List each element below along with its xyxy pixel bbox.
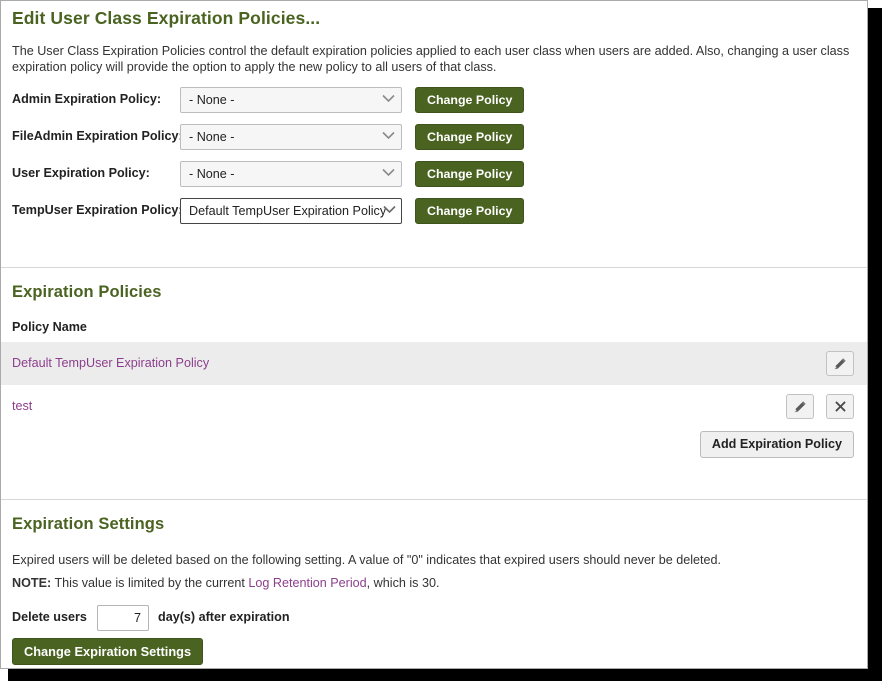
label-tempuser-expiration-policy: TempUser Expiration Policy: — [12, 203, 183, 217]
policy-name-column-header: Policy Name — [12, 320, 87, 334]
close-x-icon — [834, 400, 847, 413]
note-text-before: This value is limited by the current — [51, 576, 249, 590]
section-divider-2 — [1, 499, 867, 500]
note-text-after: , which is 30. — [366, 576, 440, 590]
days-after-expiration-input[interactable] — [97, 605, 149, 631]
select-admin-expiration-policy[interactable]: - None - — [180, 87, 402, 113]
table-row[interactable]: Default TempUser Expiration Policy — [1, 342, 867, 385]
expiration-settings-description: Expired users will be deleted based on t… — [12, 553, 722, 567]
change-policy-button-user[interactable]: Change Policy — [415, 161, 525, 187]
note-label: NOTE: — [12, 576, 52, 590]
select-user-expiration-policy-value: - None - — [189, 167, 235, 181]
select-user-expiration-policy[interactable]: - None - — [180, 161, 402, 187]
change-policy-button-admin[interactable]: Change Policy — [415, 87, 525, 113]
chevron-down-icon — [382, 88, 395, 112]
change-expiration-settings-button[interactable]: Change Expiration Settings — [12, 638, 204, 665]
policy-name-link[interactable]: test — [12, 399, 32, 413]
change-policy-button-tempuser[interactable]: Change Policy — [415, 198, 525, 224]
change-policy-button-fileadmin[interactable]: Change Policy — [415, 124, 525, 150]
days-after-expiration-label: day(s) after expiration — [158, 610, 290, 624]
select-tempuser-expiration-policy-value: Default TempUser Expiration Policy — [189, 204, 387, 218]
label-user-expiration-policy: User Expiration Policy: — [12, 166, 150, 180]
select-admin-expiration-policy-value: - None - — [189, 93, 235, 107]
delete-users-label: Delete users — [12, 610, 87, 624]
label-admin-expiration-policy: Admin Expiration Policy: — [12, 92, 162, 106]
table-row[interactable]: test — [1, 385, 867, 428]
page-title: Edit User Class Expiration Policies... — [12, 8, 321, 28]
expiration-policies-heading: Expiration Policies — [12, 283, 162, 301]
policy-name-link[interactable]: Default TempUser Expiration Policy — [12, 356, 209, 370]
page-frame: Edit User Class Expiration Policies... T… — [0, 0, 868, 669]
edit-policy-button[interactable] — [786, 394, 814, 419]
expiration-settings-note: NOTE: This value is limited by the curre… — [12, 575, 439, 591]
chevron-down-icon — [382, 162, 395, 186]
log-retention-period-link[interactable]: Log Retention Period — [248, 576, 366, 590]
chevron-down-icon — [382, 125, 395, 149]
expiration-settings-heading: Expiration Settings — [12, 515, 165, 533]
pencil-icon — [793, 400, 807, 414]
intro-paragraph: The User Class Expiration Policies contr… — [12, 44, 850, 74]
section-divider-1 — [1, 267, 867, 268]
add-expiration-policy-button[interactable]: Add Expiration Policy — [699, 431, 854, 458]
select-fileadmin-expiration-policy-value: - None - — [189, 130, 235, 144]
delete-policy-button[interactable] — [826, 394, 854, 419]
pencil-icon — [833, 357, 847, 371]
edit-policy-button[interactable] — [826, 351, 854, 376]
label-fileadmin-expiration-policy: FileAdmin Expiration Policy: — [12, 129, 183, 143]
select-fileadmin-expiration-policy[interactable]: - None - — [180, 124, 402, 150]
select-tempuser-expiration-policy[interactable]: Default TempUser Expiration Policy — [180, 198, 402, 224]
